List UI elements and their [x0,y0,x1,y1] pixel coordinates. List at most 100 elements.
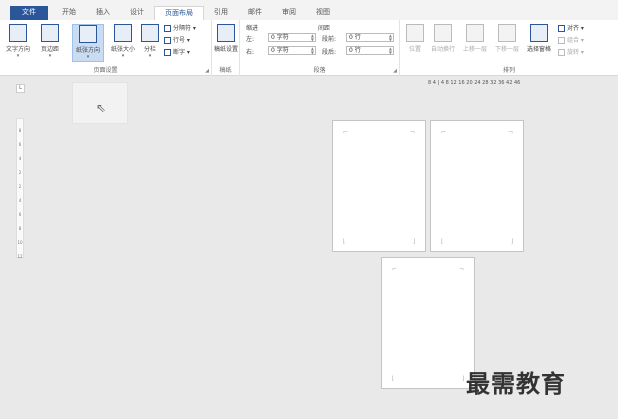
draft-paper-settings-button[interactable]: 稿纸设置 [214,24,238,62]
position-label: 位置 [408,46,421,53]
line-numbers-icon [164,37,171,44]
indent-right-input[interactable]: 0 字符 ▲ ▼ [268,46,316,55]
margins-label: 页边距 [40,46,59,53]
indent-right-value: 0 字符 [271,47,289,54]
group-objects-label: 组合 [567,37,580,44]
align-button[interactable]: 对齐 ▾ [558,24,584,34]
orientation-button[interactable]: 纸张方向 ▾ [72,24,104,62]
spin-arrows-icon[interactable]: ▲ ▼ [389,47,392,55]
spacing-after-value: 0 行 [349,47,361,54]
spin-arrows-icon[interactable]: ▲ ▼ [311,47,314,55]
indent-left-input[interactable]: 0 字符 ▲ ▼ [268,33,316,42]
tab-mailings[interactable]: 邮件 [238,6,272,20]
corner-mark-icon: ⌊ [392,375,395,382]
page-setup-launcher-icon[interactable]: ◢ [205,68,209,74]
tab-insert[interactable]: 插入 [86,6,120,20]
margins-button[interactable]: 页边距 ▾ [36,24,64,62]
corner-mark-icon: ⌋ [510,238,513,245]
indent-left-label: 左: [246,36,255,43]
corner-mark-icon: ¬ [409,129,415,136]
send-backward-button[interactable]: 下移一层 [492,24,522,62]
orientation-icon [79,25,97,43]
spacing-before-input[interactable]: 0 行 ▲ ▼ [346,33,394,42]
text-direction-button[interactable]: 文字方向 ▾ [4,24,32,62]
columns-button[interactable]: 分栏 ▾ [140,24,160,62]
page-setup-group-label: 页面设置 [93,67,118,74]
bring-forward-label: 上移一层 [462,46,487,53]
ruler-tick: 2 [18,170,22,175]
spacing-after-input[interactable]: 0 行 ▲ ▼ [346,46,394,55]
selection-pane-icon [530,24,548,42]
corner-mark-icon: ⌐ [392,266,398,273]
bring-forward-button[interactable]: 上移一层 [460,24,490,62]
breaks-label: 分隔符 [173,25,192,32]
chevron-down-icon: ▾ [86,54,90,60]
size-button[interactable]: 纸张大小 ▾ [108,24,138,62]
ruler-tick: 2 [18,184,22,189]
corner-mark-icon: ⌋ [461,375,464,382]
columns-label: 分栏 [143,46,156,53]
hyphenation-button[interactable]: 断字 ▾ [164,48,190,58]
tab-design[interactable]: 设计 [120,6,154,20]
spacing-heading: 间距 [318,25,331,32]
position-button[interactable]: 位置 [404,24,426,62]
corner-mark-icon: ⌐ [343,129,349,136]
corner-mark-icon: ⌊ [441,238,444,245]
vertical-ruler[interactable]: 8 6 4 2 2 4 6 8 10 12 [16,118,24,259]
corner-mark-icon: ¬ [458,266,464,273]
spacing-before-value: 0 行 [349,34,361,41]
tab-home[interactable]: 开始 [52,6,86,20]
ribbon: 文字方向 ▾ 页边距 ▾ 纸张方向 ▾ 纸张大小 ▾ 分栏 ▾ 分隔符 ▾ 行号… [0,20,618,76]
tab-references[interactable]: 引用 [204,6,238,20]
spin-arrows-icon[interactable]: ▲ ▼ [389,34,392,42]
ruler-tick: 8 [18,226,22,231]
group-objects-button[interactable]: 组合 ▾ [558,36,584,46]
tab-review[interactable]: 审阅 [272,6,306,20]
document-page[interactable]: ⌐ ¬ ⌊ ⌋ [381,257,475,389]
breaks-button[interactable]: 分隔符 ▾ [164,24,196,34]
line-numbers-button[interactable]: 行号 ▾ [164,36,190,46]
hyphenation-label: 断字 [173,49,186,56]
spacing-after-label: 段后: [322,49,337,56]
paper-size-icon [114,24,132,42]
corner-mark-icon: ¬ [507,129,513,136]
document-page[interactable]: ⌐ ¬ ⌊ ⌋ [332,120,426,252]
arrange-group-label: 排列 [502,67,515,74]
position-icon [406,24,424,42]
wrap-text-button[interactable]: 自动换行 [428,24,458,62]
selection-pane-button[interactable]: 选择窗格 [524,24,554,62]
text-direction-icon [9,24,27,42]
indent-right-label: 右: [246,49,255,56]
spin-arrows-icon[interactable]: ▲ ▼ [311,34,314,42]
rotate-button[interactable]: 旋转 ▾ [558,48,584,58]
tab-page-layout[interactable]: 页面布局 [154,6,204,20]
ruler-tick: 6 [18,212,22,217]
margins-icon [41,24,59,42]
align-icon [558,25,565,32]
rotate-icon [558,49,565,56]
columns-icon [141,24,159,42]
rotate-label: 旋转 [567,49,580,56]
ruler-tick: 4 [18,198,22,203]
horizontal-ruler[interactable]: 8 4 | 4 8 12 16 20 24 28 32 36 42 46 [428,80,528,88]
indent-left-value: 0 字符 [271,34,289,41]
paragraph-launcher-icon[interactable]: ◢ [393,68,397,74]
bring-forward-icon [466,24,484,42]
ruler-tick: 8 [18,128,22,133]
tab-selector[interactable]: L [16,84,25,93]
breaks-icon [164,25,171,32]
ruler-tick: 4 [18,156,22,161]
tab-view[interactable]: 视图 [306,6,340,20]
wrap-text-icon [434,24,452,42]
orientation-label: 纸张方向 [75,47,100,54]
word-window: 文件 开始 插入 设计 页面布局 引用 邮件 审阅 视图 文字方向 ▾ 页边距 … [0,0,618,419]
tab-file[interactable]: 文件 [10,6,48,20]
group-page-setup: 文字方向 ▾ 页边距 ▾ 纸张方向 ▾ 纸张大小 ▾ 分栏 ▾ 分隔符 ▾ 行号… [0,20,212,76]
document-page[interactable]: ⌐ ¬ ⌊ ⌋ [430,120,524,252]
text-direction-label: 文字方向 [5,46,30,53]
draft-paper-icon [217,24,235,42]
selection-pane-label: 选择窗格 [526,46,551,53]
group-draft-paper: 稿纸设置 稿纸 [212,20,240,76]
indent-heading: 缩进 [246,25,259,32]
ruler-tick: 12 [17,254,23,259]
